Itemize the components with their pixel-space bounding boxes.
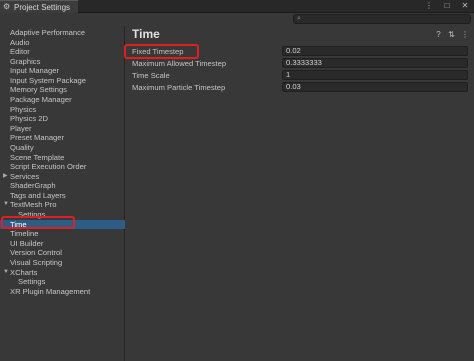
time-settings-panel: Time ? ⇅ ⋮ Fixed Timestep 0.02 Maximum A… (126, 26, 474, 361)
maximum-particle-timestep-label: Maximum Particle Timestep (132, 83, 226, 92)
sidebar-item-tags-and-layers[interactable]: Tags and Layers (0, 191, 125, 201)
sidebar-item-input-manager[interactable]: Input Manager (0, 66, 125, 76)
sidebar-item-timeline[interactable]: Timeline (0, 229, 125, 239)
page-title: Time (132, 27, 160, 41)
more-icon[interactable]: ⋮ (461, 30, 469, 39)
sidebar-item-input-system-package[interactable]: Input System Package (0, 76, 125, 86)
maximum-allowed-timestep-field[interactable]: 0.3333333 (282, 58, 468, 68)
sidebar-item-label: Scene Template (10, 152, 65, 162)
sidebar-item-preset-manager[interactable]: Preset Manager (0, 133, 125, 143)
sidebar-item-memory-settings[interactable]: Memory Settings (0, 85, 125, 95)
time-scale-label: Time Scale (132, 71, 170, 80)
sidebar-item-label: Editor (10, 47, 30, 57)
sidebar-item-physics[interactable]: Physics (0, 105, 125, 115)
sidebar-item-label: Adaptive Performance (10, 28, 86, 37)
caret-down-icon[interactable]: ▼ (3, 268, 9, 278)
sidebar-item-label: TextMesh Pro (10, 200, 57, 210)
sidebar-item-label: Physics 2D (10, 114, 48, 124)
sidebar-item-ui-builder[interactable]: UI Builder (0, 239, 125, 249)
tab-title: Project Settings (14, 2, 71, 12)
sidebar-item-label: ShaderGraph (10, 181, 56, 191)
close-icon[interactable]: ✕ (460, 1, 470, 10)
sidebar-item-label: Input System Package (10, 75, 86, 85)
sidebar-item-textmesh-pro[interactable]: ▼ TextMesh Pro (0, 200, 125, 210)
window-buttons: ⋮ □ ✕ (424, 1, 470, 10)
sidebar-item-graphics[interactable]: Graphics (0, 57, 125, 67)
sidebar-item-label: Quality (10, 142, 34, 152)
maximize-icon[interactable]: □ (442, 1, 452, 10)
sidebar-item-settings-sub[interactable]: Settings (0, 277, 125, 287)
sidebar-item-xcharts[interactable]: ▼ XCharts (0, 268, 125, 278)
sidebar-item-label: UI Builder (10, 238, 44, 248)
sidebar-item-label: Input Manager (10, 66, 59, 76)
sidebar-item-label: Memory Settings (10, 85, 67, 95)
caret-right-icon[interactable]: ▶ (3, 172, 8, 182)
sidebar-item-label: Audio (10, 37, 30, 47)
search-icon: ⌕ (297, 15, 301, 22)
sidebar-item-label: Tags and Layers (10, 190, 66, 200)
fixed-timestep-field[interactable]: 0.02 (282, 46, 468, 56)
header-icons: ? ⇅ ⋮ (435, 30, 469, 39)
sidebar-item-label: Graphics (10, 56, 41, 66)
more-icon[interactable]: ⋮ (424, 1, 434, 10)
sidebar-item-adaptive-performance[interactable]: Adaptive Performance (0, 28, 125, 38)
sidebar-item-label: Script Execution Order (10, 162, 87, 172)
sidebar-item-label: Version Control (10, 248, 62, 258)
sidebar-item-physics-2d[interactable]: Physics 2D (0, 114, 125, 124)
search-row: ⌕ (0, 13, 474, 26)
time-scale-field[interactable]: 1 (282, 70, 468, 80)
preset-icon[interactable]: ⇅ (448, 30, 455, 39)
sidebar-item-package-manager[interactable]: Package Manager (0, 95, 125, 105)
sidebar-item-player[interactable]: Player (0, 124, 125, 134)
sidebar-item-version-control[interactable]: Version Control (0, 248, 125, 258)
sidebar-item-shadergraph[interactable]: ShaderGraph (0, 181, 125, 191)
sidebar-item-label: Timeline (10, 229, 39, 239)
maximum-particle-timestep-field[interactable]: 0.03 (282, 82, 468, 92)
sidebar-item-services[interactable]: ▶ Services (0, 172, 125, 182)
project-settings-tab[interactable]: ⚙ Project Settings (0, 0, 78, 13)
sidebar-item-label: Physics (10, 104, 37, 114)
time-item-highlight (1, 216, 75, 229)
sidebar-item-label: Preset Manager (10, 133, 65, 143)
sidebar-item-label: Player (10, 123, 32, 133)
fixed-timestep-highlight (124, 44, 199, 59)
sidebar-item-scene-template[interactable]: Scene Template (0, 153, 125, 163)
sidebar-item-audio[interactable]: Audio (0, 38, 125, 48)
sidebar-item-xr-plugin-management[interactable]: XR Plugin Management (0, 287, 125, 297)
help-icon[interactable]: ? (435, 30, 442, 39)
sidebar-item-label: XCharts (10, 267, 38, 277)
sidebar-item-label: Visual Scripting (10, 257, 63, 267)
sidebar-item-label: Settings (18, 277, 46, 287)
sidebar-item-label: XR Plugin Management (10, 286, 91, 296)
search-input[interactable]: ⌕ (293, 14, 471, 24)
sidebar-item-script-execution-order[interactable]: Script Execution Order (0, 162, 125, 172)
caret-down-icon[interactable]: ▼ (3, 200, 9, 210)
sidebar-item-label: Package Manager (10, 95, 72, 105)
sidebar-item-editor[interactable]: Editor (0, 47, 125, 57)
settings-sidebar: Adaptive Performance Audio Editor Graphics I… (0, 26, 125, 361)
sidebar-item-visual-scripting[interactable]: Visual Scripting (0, 258, 125, 268)
maximum-allowed-timestep-label: Maximum Allowed Timestep (132, 59, 227, 68)
gear-icon: ⚙ (3, 2, 11, 11)
window-titlebar: ⚙ Project Settings ⋮ □ ✕ (0, 0, 474, 13)
sidebar-item-quality[interactable]: Quality (0, 143, 125, 153)
sidebar-item-label: Services (10, 171, 40, 181)
